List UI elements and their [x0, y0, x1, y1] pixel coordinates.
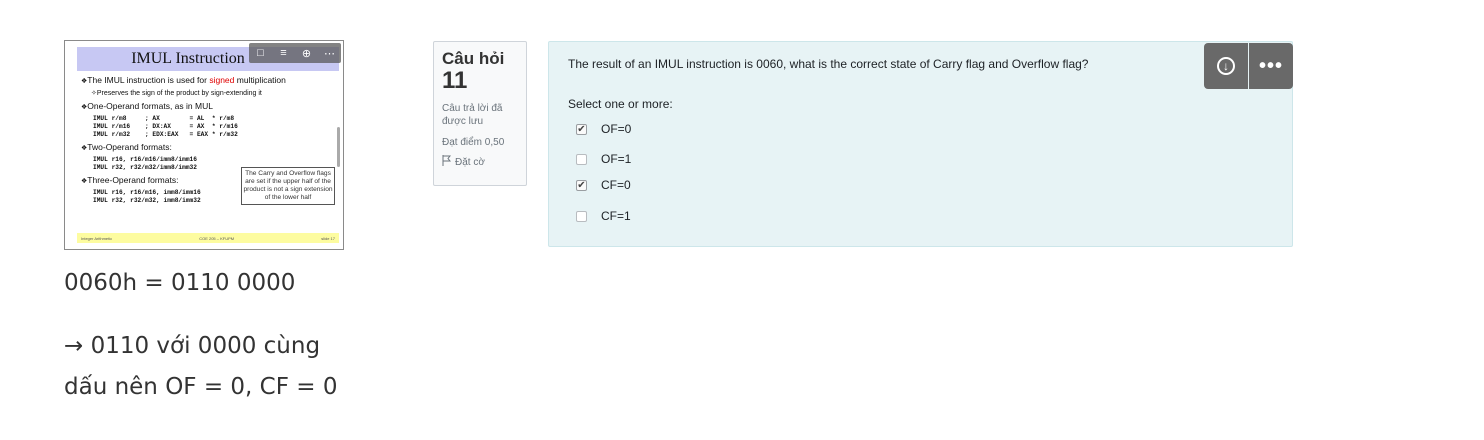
slide-subbullet: Preserves the sign of the product by sig…: [81, 89, 339, 99]
more-dots-icon: •••: [1258, 55, 1283, 77]
slide-toolbar[interactable]: □ ≡ ⊕ ⋯: [249, 43, 341, 63]
footer-mid: COE 205 – KFUPM: [199, 235, 235, 241]
comment-icon[interactable]: □: [253, 47, 269, 59]
download-icon: ↓: [1217, 57, 1235, 75]
option-label: CF=1: [601, 209, 631, 223]
slide-note-box: The Carry and Overflow flags are set if …: [241, 167, 335, 205]
checkbox-checked[interactable]: ✔: [576, 179, 587, 191]
download-button[interactable]: ↓: [1204, 43, 1248, 89]
explanation-line-2: → 0110 với 0000 cùng dấu nên OF = 0, CF …: [64, 333, 338, 400]
answer-option-cf0[interactable]: ✔ CF=0: [576, 178, 631, 192]
question-status: Câu trả lời đã được lưu: [442, 103, 503, 127]
slide-footer: Integer Arithmetic COE 205 – KFUPM slide…: [77, 233, 339, 243]
answer-option-of1[interactable]: OF=1: [576, 152, 631, 166]
answer-option-cf1[interactable]: CF=1: [576, 209, 631, 223]
question-content: The result of an IMUL instruction is 006…: [548, 41, 1293, 247]
slide-bullet: Two-Operand formats:: [81, 142, 339, 154]
question-toolbar: ↓ •••: [1204, 43, 1293, 89]
question-info-box: Câu hỏi 11 Câu trả lời đã được lưu Đạt đ…: [433, 41, 527, 186]
flag-label: Đặt cờ: [455, 156, 485, 168]
flag-icon: [442, 155, 452, 169]
menu-icon[interactable]: ≡: [276, 47, 292, 59]
footer-left: Integer Arithmetic: [81, 235, 113, 241]
slide-title: IMUL Instruction: [131, 50, 245, 67]
signed-highlight: signed: [209, 75, 235, 85]
more-icon[interactable]: ⋯: [322, 47, 338, 60]
checkbox-unchecked[interactable]: [576, 153, 587, 165]
question-number: 11: [442, 67, 468, 94]
checkbox-checked[interactable]: ✔: [576, 123, 587, 135]
question-label: Câu hỏi: [442, 49, 505, 68]
option-label: OF=0: [601, 122, 632, 136]
option-label: CF=0: [601, 178, 631, 192]
slide-bullet: One-Operand formats, as in MUL: [81, 101, 339, 113]
answer-prompt: Select one or more:: [568, 97, 673, 111]
slide-code: IMUL r/m8 ; AX = AL * r/m8 IMUL r/m16 ; …: [93, 115, 238, 138]
more-button[interactable]: •••: [1249, 43, 1293, 89]
slide-scrollbar[interactable]: [337, 127, 340, 167]
download-icon[interactable]: ⊕: [299, 47, 315, 60]
flag-question-link[interactable]: Đặt cờ: [442, 155, 518, 169]
footer-right: slide 17: [321, 235, 335, 241]
explanation-line-1: 0060h = 0110 0000: [64, 270, 296, 296]
question-text: The result of an IMUL instruction is 006…: [568, 57, 1089, 71]
checkbox-unchecked[interactable]: [576, 210, 587, 222]
slide-bullet: The IMUL instruction is used for signed …: [81, 75, 339, 87]
slide-thumbnail: IMUL Instruction □ ≡ ⊕ ⋯ The IMUL instru…: [64, 40, 344, 250]
option-label: OF=1: [601, 152, 632, 166]
answer-option-of0[interactable]: ✔ OF=0: [576, 122, 631, 136]
question-grade: Đạt điểm 0,50: [442, 137, 505, 148]
